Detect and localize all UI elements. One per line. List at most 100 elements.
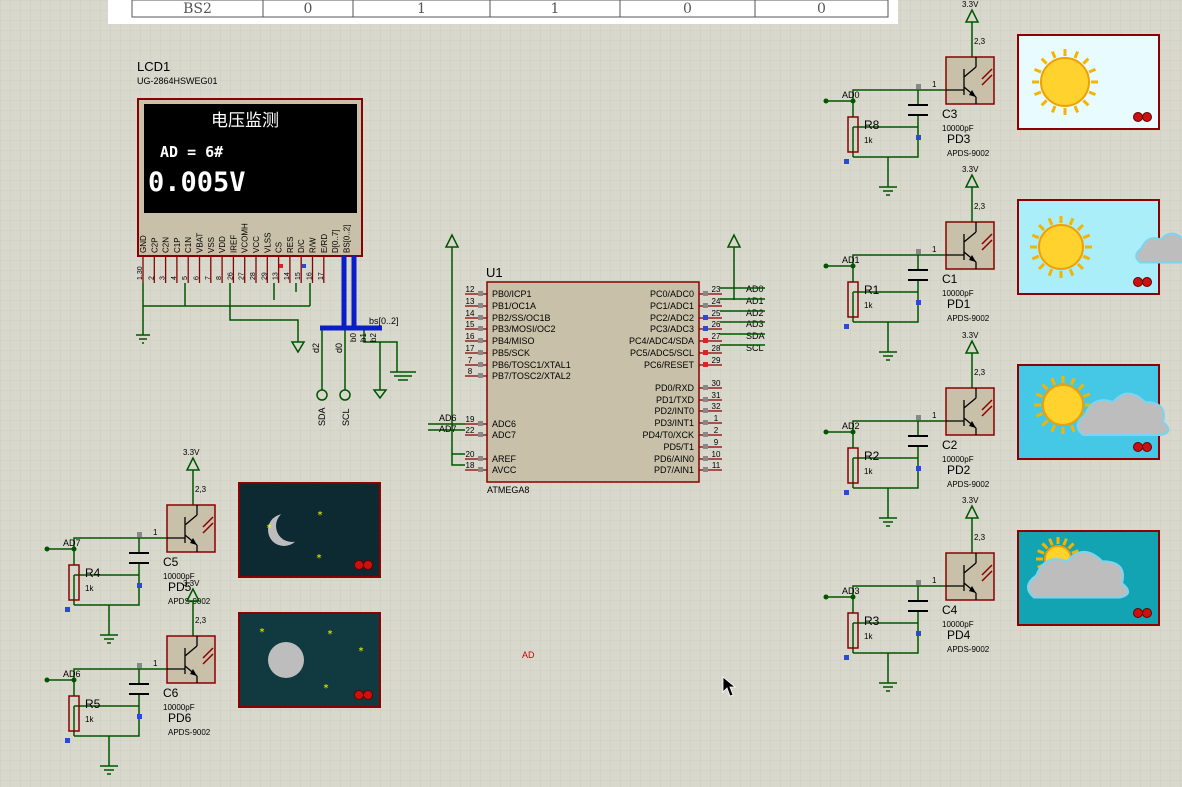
lcd-pin-name: D[0..7]	[331, 229, 340, 253]
mcu-pin-number: 26	[712, 320, 721, 329]
table-cell: 1	[417, 1, 426, 17]
resistor-value: 1k	[864, 632, 873, 641]
pin-state-marker	[478, 421, 483, 426]
sensor-toggle-button[interactable]	[363, 560, 373, 570]
pin-state-marker	[703, 397, 708, 402]
sensor-toggle-button[interactable]	[1142, 112, 1152, 122]
sensor-net-label: AD7	[63, 538, 81, 548]
mcu-net-label: AD3	[746, 319, 764, 329]
net-ad6-left: AD6	[439, 413, 457, 423]
sensor-toggle-button[interactable]	[363, 690, 373, 700]
mcu-pin-number: 13	[466, 297, 475, 306]
capacitor-ref: C3	[942, 107, 958, 121]
sensor-toggle-button[interactable]	[1142, 277, 1152, 287]
bs-table: BS2 0 1 1 0 0	[108, 0, 898, 24]
mcu-pin-name: PC6/RESET	[644, 360, 695, 370]
pin-state-marker	[478, 362, 483, 367]
mcu-pin-name: PD2/INT0	[654, 406, 694, 416]
mcu-pin-number: 32	[712, 402, 721, 411]
mcu-pin-name: PC5/ADC5/SCL	[630, 348, 694, 358]
pin-state-marker	[478, 350, 483, 355]
lcd-pin-number: 8	[216, 276, 223, 280]
pin-state-marker	[478, 373, 483, 378]
lcd-pin-number: 27	[239, 272, 246, 280]
pin-label-1: 1	[932, 411, 937, 420]
pin-state-marker	[137, 583, 142, 588]
pin-state-marker	[478, 456, 483, 461]
sensor-ref: PD6	[168, 711, 192, 725]
mcu-u1[interactable]: U1 ATMEGA8 12 PB0/ICP113 PB1/OC1A14 PB2/SS/…	[465, 265, 765, 495]
supply-label: 3.3V	[183, 579, 200, 588]
lcd-pin-number: 4	[171, 276, 178, 280]
lcd-pin-number: 17	[318, 272, 325, 280]
mcu-pin-name: PC4/ADC4/SDA	[629, 336, 694, 346]
lcd-pin-number: 29	[261, 272, 268, 280]
sensor-toggle-button[interactable]	[1133, 277, 1143, 287]
pin-state-marker	[137, 532, 142, 537]
resistor-value: 1k	[864, 136, 873, 145]
sensor-toggle-button[interactable]	[354, 560, 364, 570]
mcu-pin-name: PB2/SS/OC1B	[492, 313, 551, 323]
mcu-pin-name: PC3/ADC3	[650, 324, 694, 334]
stray-ad-label: AD	[522, 650, 535, 660]
pin-state-marker	[844, 655, 849, 660]
pin-state-marker	[703, 338, 708, 343]
mcu-pin-name: PD1/TXD	[656, 395, 695, 405]
sun-icon	[1030, 216, 1092, 278]
sensor-part: APDS-9002	[168, 728, 211, 737]
mcu-pin-name: PD6/AIN0	[654, 454, 694, 464]
sensor-toggle-button[interactable]	[1133, 112, 1143, 122]
mcu-net-label: AD0	[746, 284, 764, 294]
lcd-screen-line2: AD = 6#	[160, 143, 223, 161]
sensor-toggle-button[interactable]	[1133, 442, 1143, 452]
pin-state-marker	[916, 135, 921, 140]
bus-label-b0: b0	[349, 333, 358, 342]
mcu-pin-number: 28	[712, 344, 721, 353]
mcu-pin-name: ADC6	[492, 419, 516, 429]
mcu-part: ATMEGA8	[487, 485, 529, 495]
pin-label-23: 2,3	[195, 485, 207, 494]
lcd-pin-name: VCC	[252, 236, 261, 253]
mcu-net-label: SDA	[746, 331, 765, 341]
lcd-pin-name: BS[0..2]	[342, 225, 351, 253]
mcu-pin-number: 17	[466, 344, 475, 353]
sensor-net-label: AD0	[842, 90, 860, 100]
scl-terminal[interactable]	[339, 389, 351, 401]
resistor-ref: R8	[864, 118, 880, 132]
lcd-pin-number: 15	[295, 272, 302, 280]
lcd-pin-name: R/W	[309, 237, 318, 253]
net-ad7-left: AD7	[439, 424, 457, 434]
mcu-pin-number: 15	[466, 320, 475, 329]
sensor-net-label: AD1	[842, 255, 860, 265]
resistor-value: 1k	[85, 584, 94, 593]
sensor-part: APDS-9002	[947, 645, 990, 654]
pin-state-marker	[916, 249, 921, 254]
lcd-pin-number: 13	[273, 272, 280, 280]
pin-state-marker	[844, 159, 849, 164]
mcu-pin-name: PB5/SCK	[492, 348, 530, 358]
pin-label-1: 1	[932, 245, 937, 254]
sensor-toggle-button[interactable]	[1142, 608, 1152, 618]
pin-state-marker	[703, 420, 708, 425]
pin-state-marker	[703, 432, 708, 437]
mcu-pin-name: PB7/TOSC2/XTAL2	[492, 371, 571, 381]
mcu-pin-name: PB3/MOSI/OC2	[492, 324, 556, 334]
sensor-toggle-button[interactable]	[1142, 442, 1152, 452]
pin-state-marker	[478, 432, 483, 437]
sensor-toggle-button[interactable]	[1133, 608, 1143, 618]
lcd-screen-title: 电压监测	[211, 111, 279, 131]
star-icon: *	[318, 510, 323, 521]
lcd-pin-name: IREF	[229, 235, 238, 253]
schematic-sheet: BS2 0 1 1 0 0 LCD1 UG-2864HSWEG01 电压监测 AD = 6…	[0, 0, 1182, 787]
sda-terminal[interactable]	[316, 389, 328, 401]
mcu-pin-number: 11	[712, 461, 721, 470]
lcd-pin-number: 7	[205, 276, 212, 280]
sensor-toggle-button[interactable]	[354, 690, 364, 700]
table-cell: BS2	[183, 1, 212, 17]
mcu-pin-number: 19	[466, 415, 475, 424]
lcd-pin-name: E/RD	[320, 234, 329, 253]
pin-state-marker	[703, 315, 708, 320]
pin-label-1: 1	[153, 659, 158, 668]
lcd-part: UG-2864HSWEG01	[137, 76, 218, 86]
pin-state-marker	[65, 607, 70, 612]
